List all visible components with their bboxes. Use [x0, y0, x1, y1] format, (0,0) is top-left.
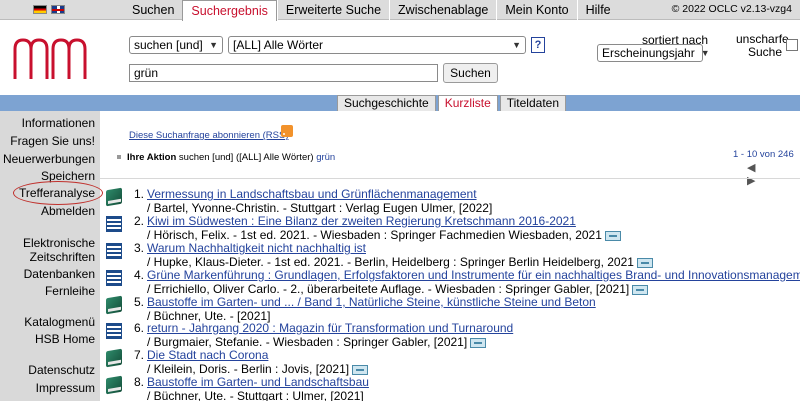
- pager-arrows-icon[interactable]: ◀ ▶: [747, 161, 800, 187]
- tab-hilfe[interactable]: Hilfe: [576, 0, 619, 20]
- result-number: 5.: [134, 295, 145, 309]
- rss-icon[interactable]: [281, 125, 293, 137]
- sidebar-item-hsb-home[interactable]: HSB Home: [35, 332, 95, 346]
- ebook-icon[interactable]: [470, 337, 487, 348]
- result-number: 1.: [134, 187, 145, 201]
- result-title-link[interactable]: Kiwi im Südwesten : Eine Bilanz der zwei…: [147, 214, 576, 228]
- sidebar-item-datenschutz[interactable]: Datenschutz: [28, 363, 95, 377]
- tab-suchgeschichte[interactable]: Suchgeschichte: [337, 95, 436, 111]
- tab-erweiterte-suche[interactable]: Erweiterte Suche: [276, 0, 389, 20]
- journal-icon: [106, 243, 122, 259]
- sidebar-item-elektronische[interactable]: Elektronische: [23, 236, 95, 250]
- highlight-annotation: [13, 181, 103, 205]
- book-icon: [106, 348, 122, 368]
- german-flag-icon[interactable]: [33, 5, 47, 14]
- result-number: 2.: [134, 214, 145, 228]
- result-number: 7.: [134, 348, 145, 362]
- tab-suchen[interactable]: Suchen: [124, 0, 182, 20]
- ebook-icon[interactable]: [352, 364, 369, 375]
- rss-subscribe-link[interactable]: Diese Suchanfrage abonnieren (RSS): [129, 130, 288, 141]
- ebook-icon[interactable]: [604, 230, 621, 241]
- result-description: / Burgmaier, Stefanie. - Wiesbaden : Spr…: [147, 335, 468, 349]
- current-action: Ihre Aktion suchen [und] ([ALL] Alle Wör…: [117, 152, 335, 163]
- language-switch: [33, 5, 65, 14]
- operator-value: suchen [und]: [134, 38, 203, 52]
- result-number: 4.: [134, 268, 145, 282]
- copyright-text: © 2022 OCLC v2.13-vzg4: [671, 3, 792, 15]
- divider: [100, 178, 800, 179]
- result-description: / Hörisch, Felix. - 1st ed. 2021. - Wies…: [147, 228, 602, 242]
- field-select[interactable]: [ALL] Alle Wörter ▼: [228, 36, 526, 54]
- fuzzy-search-checkbox[interactable]: [786, 39, 798, 51]
- chevron-down-icon: ▼: [700, 48, 710, 58]
- tab-suchergebnis[interactable]: Suchergebnis: [182, 0, 277, 21]
- book-icon: [106, 187, 122, 207]
- operator-select[interactable]: suchen [und] ▼: [129, 36, 223, 54]
- sidebar-item-informationen[interactable]: Informationen: [22, 116, 95, 130]
- search-controls: suchen [und] ▼ [ALL] Alle Wörter ▼ ?: [129, 36, 545, 54]
- result-title-link[interactable]: Warum Nachhaltigkeit nicht nachhaltig is…: [147, 241, 366, 255]
- result-title-link[interactable]: Baustoffe im Garten- und Landschaftsbau: [147, 375, 369, 389]
- action-text: suchen [und] ([ALL] Alle Wörter): [178, 152, 314, 163]
- result-number: 8.: [134, 375, 145, 389]
- top-nav: Suchen Suchergebnis Erweiterte Suche Zwi…: [0, 0, 800, 21]
- sidebar-item-impressum[interactable]: Impressum: [36, 381, 95, 395]
- chevron-down-icon: ▼: [209, 40, 218, 50]
- result-title-link[interactable]: Die Stadt nach Corona: [147, 348, 268, 362]
- fuzzy-label-line-2: Suche: [747, 45, 782, 59]
- result-number: 3.: [134, 241, 145, 255]
- result-title-link[interactable]: Baustoffe im Garten- und ... / Band 1, N…: [147, 295, 596, 309]
- tab-titeldaten[interactable]: Titeldaten: [499, 95, 567, 111]
- result-description: / Bartel, Yvonne-Christin. - Stuttgart :…: [147, 201, 493, 215]
- book-icon: [106, 295, 122, 315]
- sidebar-item-katalogmenue[interactable]: Katalogmenü: [24, 315, 95, 329]
- sidebar-item-fernleihe[interactable]: Fernleihe: [45, 284, 95, 298]
- sidebar-item-abmelden[interactable]: Abmelden: [41, 204, 95, 218]
- journal-icon: [106, 323, 122, 339]
- result-count: 1 - 10 von 246: [733, 149, 794, 160]
- sidebar-item-datenbanken[interactable]: Datenbanken: [24, 267, 95, 281]
- result-description: / Errichiello, Oliver Carlo. - 2., übera…: [147, 282, 630, 296]
- sort-select[interactable]: Erscheinungsjahr ▼: [597, 44, 710, 62]
- library-logo-icon[interactable]: [12, 37, 88, 81]
- result-number: 6.: [134, 321, 145, 335]
- tab-zwischenablage[interactable]: Zwischenablage: [389, 0, 496, 20]
- sidebar: Informationen Fragen Sie uns! Neuerwerbu…: [0, 111, 100, 401]
- action-label: Ihre Aktion: [127, 152, 177, 163]
- sidebar-item-neuerwerbungen[interactable]: Neuerwerbungen: [3, 152, 95, 166]
- result-title-link[interactable]: return - Jahrgang 2020 : Magazin für Tra…: [147, 321, 513, 335]
- tab-kurzliste[interactable]: Kurzliste: [437, 95, 498, 111]
- ebook-icon[interactable]: [632, 284, 649, 295]
- book-icon: [106, 375, 122, 395]
- journal-icon: [106, 270, 122, 286]
- result-title-link[interactable]: Grüne Markenführung : Grundlagen, Erfolg…: [147, 268, 800, 282]
- view-tabs: Suchgeschichte Kurzliste Titeldaten: [337, 95, 568, 111]
- english-flag-icon[interactable]: [51, 5, 65, 14]
- result-description: / Büchner, Ute. - Stuttgart : Ulmer, [20…: [147, 389, 364, 401]
- search-button[interactable]: Suchen: [443, 63, 498, 83]
- chevron-down-icon: ▼: [512, 40, 521, 50]
- ebook-icon[interactable]: [636, 257, 653, 268]
- fuzzy-search-label: unscharfe Suche: [736, 33, 789, 59]
- sidebar-item-zeitschriften[interactable]: Zeitschriften: [30, 250, 95, 264]
- search-input[interactable]: grün: [129, 64, 438, 82]
- result-description: / Hupke, Klaus-Dieter. - 1st ed. 2021. -…: [147, 255, 634, 269]
- field-value: [ALL] Alle Wörter: [233, 38, 324, 52]
- sort-value: Erscheinungsjahr: [602, 46, 695, 60]
- tab-mein-konto[interactable]: Mein Konto: [496, 0, 576, 20]
- help-icon[interactable]: ?: [531, 37, 545, 53]
- result-title-link[interactable]: Vermessung in Landschaftsbau und Grünflä…: [147, 187, 477, 201]
- nav-tabs: Suchen Suchergebnis Erweiterte Suche Zwi…: [124, 0, 619, 21]
- result-description: / Kleilein, Doris. - Berlin : Jovis, [20…: [147, 362, 350, 376]
- action-term: grün: [316, 152, 336, 163]
- bullet-icon: [117, 155, 121, 160]
- sidebar-item-fragen[interactable]: Fragen Sie uns!: [10, 134, 95, 148]
- journal-icon: [106, 216, 122, 232]
